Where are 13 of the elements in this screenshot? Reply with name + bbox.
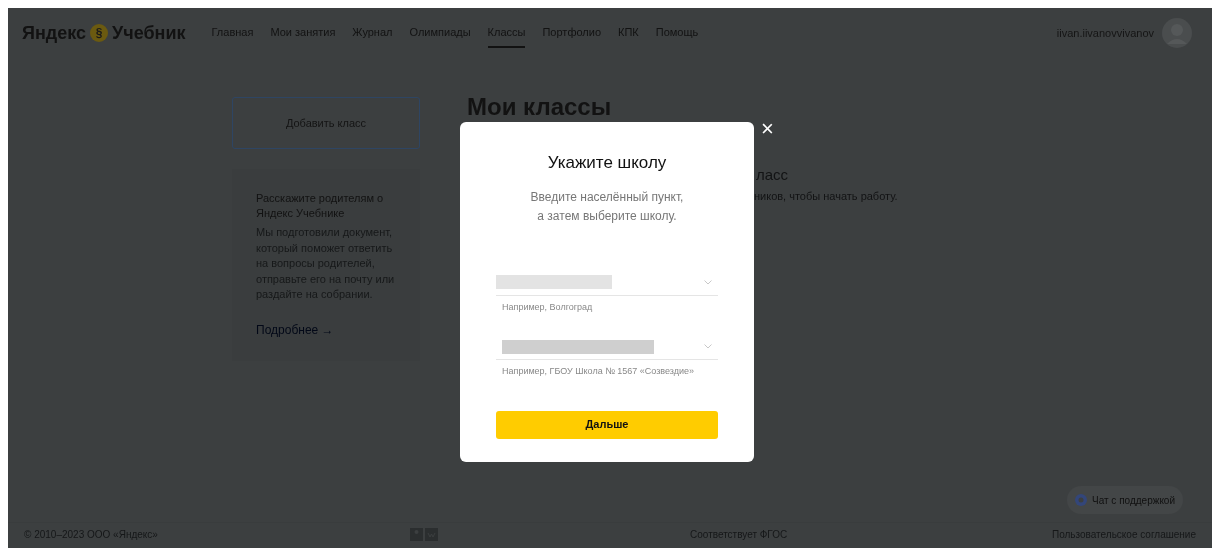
field-hint: Например, ГБОУ Школа № 1567 «Созвездие» <box>501 365 696 378</box>
avatar-icon[interactable] <box>1162 18 1192 48</box>
logo-badge: § <box>90 24 109 42</box>
chat-icon <box>1075 494 1087 506</box>
modal-title: Укажите школу <box>547 152 667 174</box>
field-hint: Например, Волгоград <box>501 300 594 314</box>
modal-subtitle: а затем выберите школу. <box>537 207 677 225</box>
next-button[interactable]: Дальше <box>496 410 718 439</box>
chevron-down-icon <box>704 279 712 285</box>
modal-subtitle: Введите населённый пункт, <box>530 188 684 206</box>
more-link[interactable]: Подробнее → <box>256 320 396 339</box>
close-button[interactable]: × <box>761 118 774 140</box>
chevron-down-icon <box>704 344 712 349</box>
